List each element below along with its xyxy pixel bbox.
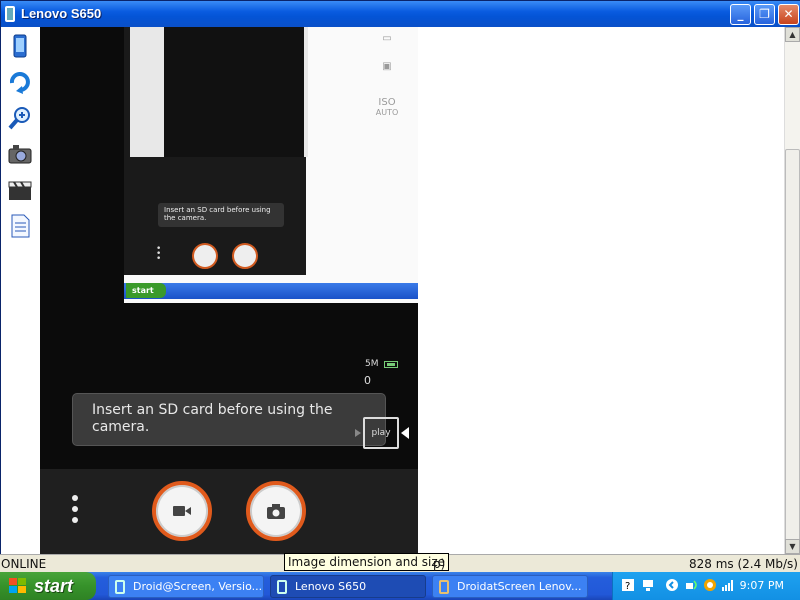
video-icon: [173, 506, 191, 516]
phone-app-icon: [115, 580, 125, 594]
scene-dark-window: [164, 27, 304, 157]
window-title: Lenovo S650: [21, 6, 102, 21]
taskbar: start Droid@Screen, Versio... Lenovo S65…: [0, 572, 800, 600]
svg-text:?: ?: [625, 581, 630, 592]
task-droidscreen[interactable]: Droid@Screen, Versio...: [108, 575, 264, 598]
scene-toast: Insert an SD card before using the camer…: [158, 203, 284, 227]
folder-app-icon: [439, 580, 449, 594]
vertical-scrollbar[interactable]: ▲ ▼: [784, 27, 800, 555]
scene-menu-dots: • • •: [156, 244, 162, 264]
camera-shutter-icon: [267, 504, 285, 519]
image-size-overflow: p): [433, 557, 446, 571]
start-button[interactable]: start: [0, 572, 96, 600]
gallery-thumbnail[interactable]: play: [363, 417, 399, 449]
scroll-down-icon[interactable]: ▼: [785, 539, 800, 554]
viewfinder-scene: Insert an SD card before using the camer…: [124, 27, 418, 303]
system-tray: ? 9:07 PM: [612, 572, 800, 600]
latency-readout: 828 ms (2.4 Mb/s): [688, 557, 798, 571]
title-bar: Lenovo S650 _ ❐ ✕: [1, 1, 800, 27]
task-label: DroidatScreen Lenov...: [457, 580, 582, 593]
resolution-indicator: 5M: [365, 359, 379, 369]
device-screen[interactable]: Insert an SD card before using the camer…: [40, 27, 418, 555]
white-balance-icon[interactable]: ▣: [375, 61, 399, 72]
security-icon[interactable]: [703, 578, 717, 592]
battery-icon: [384, 361, 398, 368]
start-label: start: [34, 576, 74, 596]
camera-controls: [40, 469, 418, 555]
video-record-button[interactable]: [152, 481, 212, 541]
camera-viewfinder[interactable]: Insert an SD card before using the camer…: [40, 27, 418, 469]
phone-app-icon: [277, 580, 287, 594]
task-lenovo-s650[interactable]: Lenovo S650: [270, 575, 426, 598]
left-toolbar: [1, 27, 39, 555]
zoom-icon[interactable]: [7, 105, 33, 131]
signal-strength-icon[interactable]: [721, 578, 735, 592]
clock[interactable]: 9:07 PM: [740, 579, 784, 592]
document-icon[interactable]: [7, 213, 33, 239]
status-bar: ONLINE Image dimension and size p) 828 m…: [0, 553, 800, 572]
app-window: Lenovo S650 _ ❐ ✕ Insert an SD card befo…: [0, 0, 800, 572]
iso-value: AUTO: [375, 108, 399, 117]
close-button[interactable]: ✕: [778, 4, 799, 25]
device-icon[interactable]: [7, 33, 33, 59]
task-droidatscreen-lenovo[interactable]: DroidatScreen Lenov...: [432, 575, 588, 598]
phone-app-icon: [5, 6, 15, 22]
thumbnail-arrow-icon[interactable]: [401, 427, 409, 439]
sd-card-toast: Insert an SD card before using the camer…: [72, 393, 386, 446]
shutter-button[interactable]: [246, 481, 306, 541]
network-icon[interactable]: [641, 578, 655, 592]
help-icon[interactable]: ?: [621, 578, 635, 592]
scene-shutter-button: [232, 243, 258, 269]
windows-flag-icon: [9, 578, 26, 593]
connection-status: ONLINE: [1, 557, 47, 571]
scene-start: start: [126, 283, 166, 298]
empty-canvas-area: [418, 27, 784, 555]
task-label: Lenovo S650: [295, 580, 367, 593]
scene-video-button: [192, 243, 218, 269]
maximize-button[interactable]: ❐: [754, 4, 775, 25]
overflow-menu-icon[interactable]: [70, 495, 80, 527]
iso-label: ISO: [378, 97, 396, 108]
thumbnail-left-arrow-icon: [355, 429, 361, 437]
scrollbar-thumb[interactable]: [785, 149, 800, 545]
wireless-icon[interactable]: [685, 578, 699, 592]
camera-icon[interactable]: [7, 141, 33, 167]
task-label: Droid@Screen, Versio...: [133, 580, 263, 593]
scene-mode-icon[interactable]: ▭: [375, 33, 399, 44]
rotate-icon[interactable]: [7, 69, 33, 95]
chevron-left-icon[interactable]: [665, 578, 679, 592]
photo-count: 0: [364, 374, 371, 387]
iso-setting[interactable]: ISO AUTO: [375, 97, 399, 117]
video-clapper-icon[interactable]: [7, 177, 33, 203]
image-size-tooltip: Image dimension and size: [284, 553, 450, 571]
scene-taskbar: [124, 283, 418, 299]
minimize-button[interactable]: _: [730, 4, 751, 25]
scroll-up-icon[interactable]: ▲: [785, 27, 800, 42]
